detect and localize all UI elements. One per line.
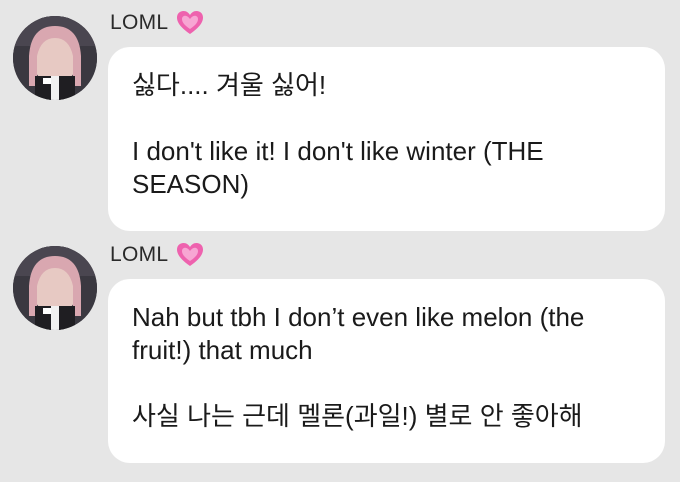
avatar[interactable] [13,246,97,330]
message-text: 사실 나는 근데 멜론(과일!) 별로 안 좋아해 [132,401,583,431]
message-bubble[interactable]: Nah but tbh I don’t even like melon (the… [108,279,665,463]
sender-name[interactable]: LOML [110,243,168,267]
message-text: 싫다.... 겨울 싫어! [132,70,327,100]
sender-header: LOML [110,240,204,270]
message-bubble[interactable]: 싫다.... 겨울 싫어! I don't like it! I don't l… [108,47,665,231]
sender-header: LOML [110,8,204,38]
message-text: Nah but tbh I don’t even like melon (the… [132,302,585,365]
pink-heart-icon [176,242,204,268]
pink-heart-icon [176,10,204,36]
sender-name[interactable]: LOML [110,11,168,35]
message-text: I don't like it! I don't like winter (TH… [132,136,544,199]
avatar-photo [13,246,97,330]
avatar[interactable] [13,16,97,100]
avatar-photo [13,16,97,100]
